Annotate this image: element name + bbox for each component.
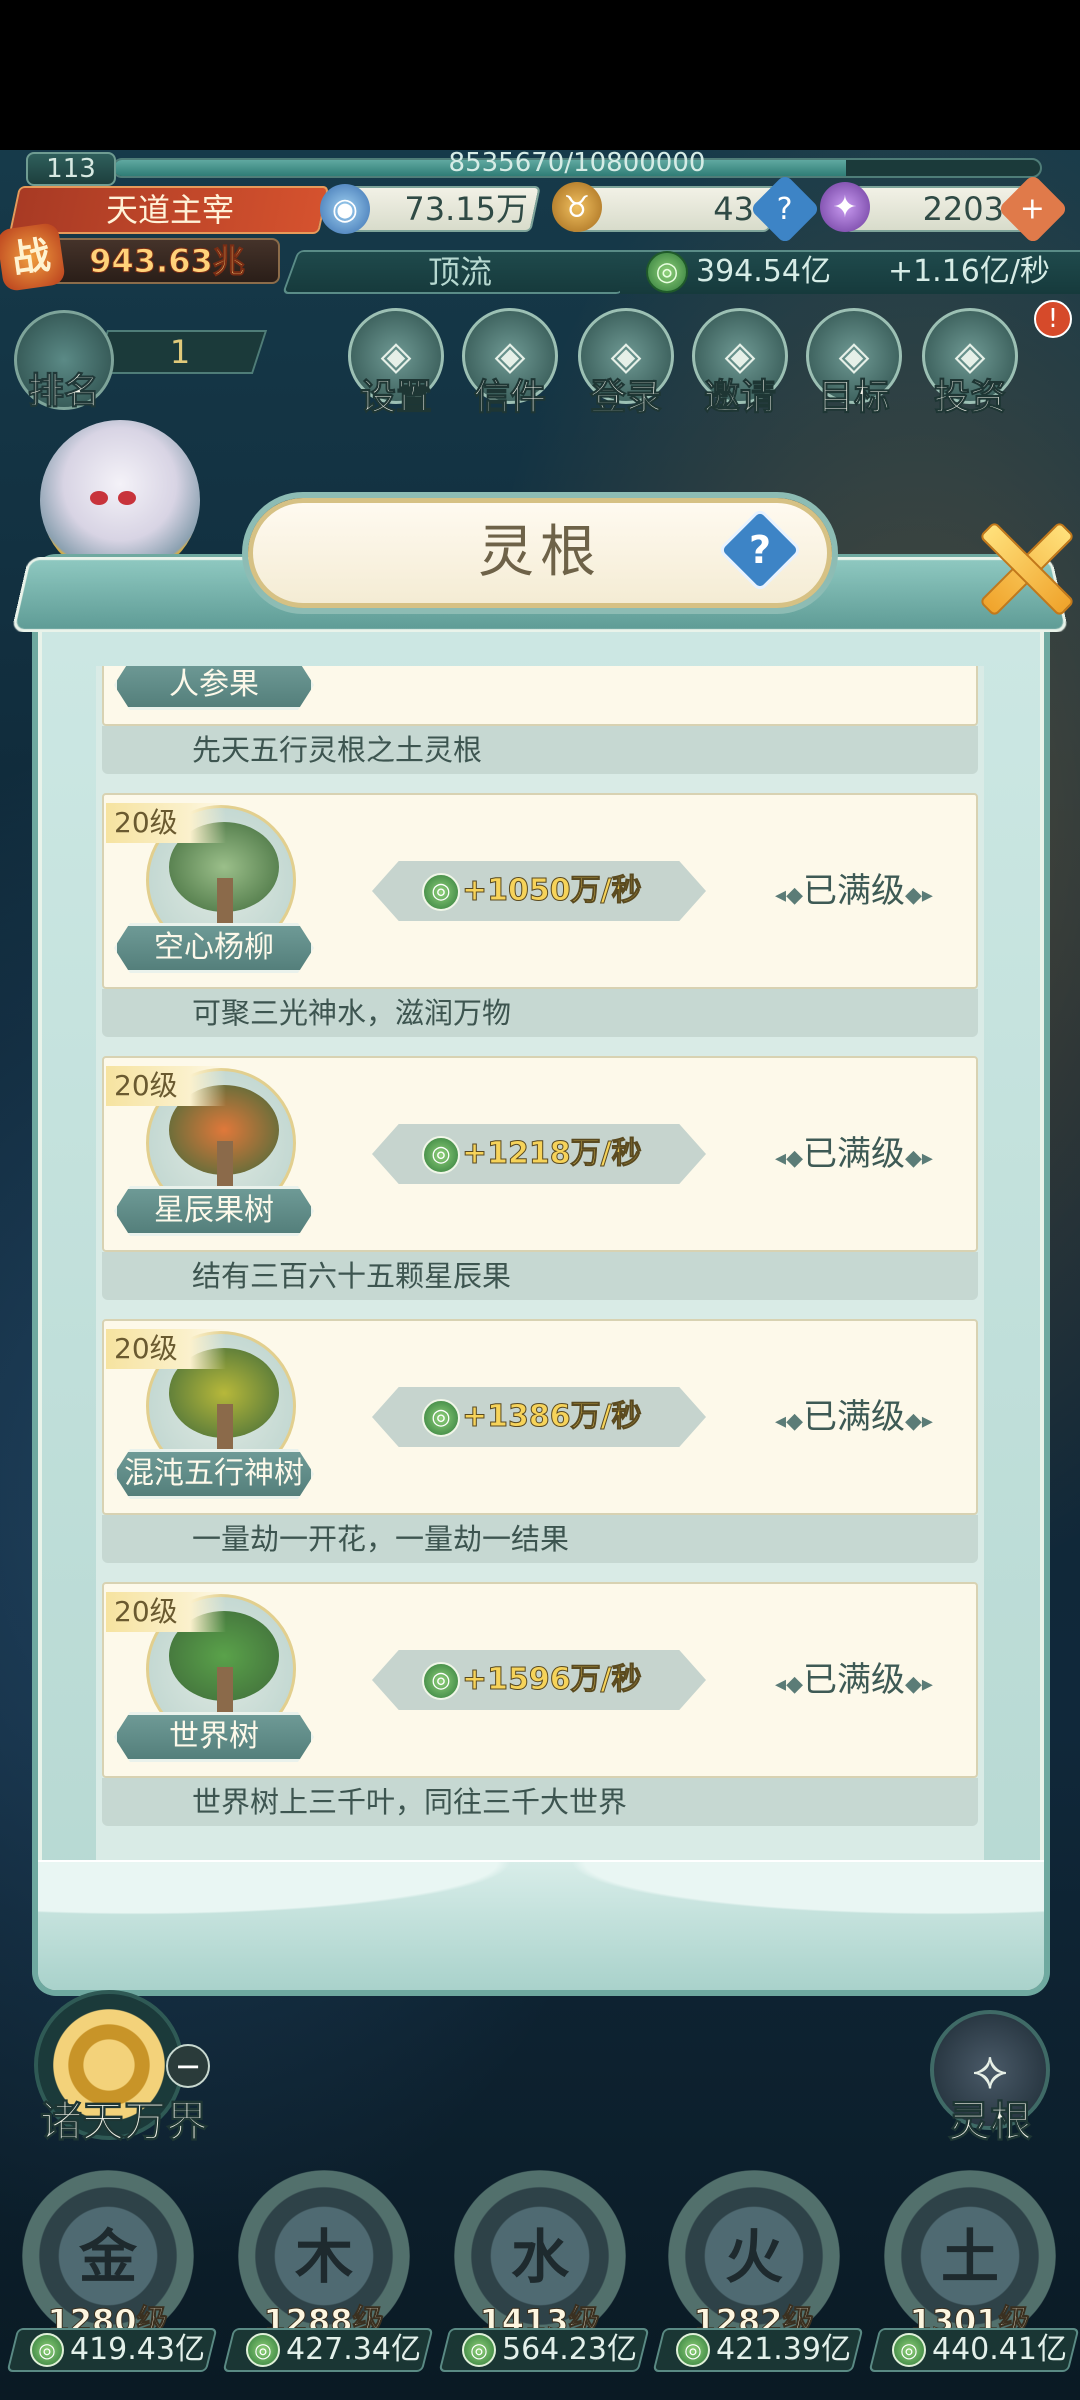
spirit-coin-icon: ◎ (422, 873, 460, 911)
spirit-coin-icon: ◎ (646, 251, 688, 293)
spirit-coin-icon: ◎ (422, 1136, 460, 1174)
water-drop-icon: ◉ (320, 184, 370, 234)
nav-label: 邀请 (703, 377, 776, 419)
level-tag: 20级 (106, 1592, 226, 1632)
element-glyph-icon: 火 (724, 2223, 783, 2291)
currency-b-value: 43 (713, 190, 754, 228)
spirit-coin-icon: ◎ (676, 2333, 710, 2367)
description-text: 世界树上三千叶，同往三千大世界 (192, 1785, 628, 1819)
card-description: 世界树上三千叶，同往三千大世界 (102, 1778, 978, 1826)
realm-button-label: 诸天万界 (39, 2097, 208, 2147)
nav-label: 信件 (473, 377, 546, 419)
spirit-coin-icon: ◎ (462, 2333, 496, 2367)
element-glyph-icon: 土 (940, 2223, 999, 2291)
status-bar-area (0, 0, 1080, 150)
modal-wave-decoration (38, 1860, 1044, 1990)
description-text: 先天五行灵根之土灵根 (192, 733, 483, 767)
status-text: 已满级 (803, 1397, 905, 1437)
root-name: 混沌五行神树 (124, 1456, 304, 1491)
card-description: 结有三百六十五颗星辰果 (102, 1252, 978, 1300)
power-value: 943.63兆 (89, 242, 246, 281)
max-level-status: ◂◆已满级◆▸ (744, 861, 964, 921)
root-name: 空心杨柳 (154, 930, 274, 965)
status-text: 已满级 (803, 1660, 905, 1700)
right-arrow-icon: ◆▸ (905, 1409, 933, 1434)
left-arrow-icon: ◂◆ (775, 883, 803, 908)
root-card[interactable]: 20级星辰果树 ◎ +1218万/秒 ◂◆已满级◆▸ 结有三百六十五颗星辰果 (96, 1056, 984, 1300)
spirit-coin-icon: ◎ (30, 2333, 64, 2367)
root-name: 人参果 (169, 667, 259, 702)
player-level: 113 (26, 152, 116, 186)
level-tag: 20级 (106, 1329, 226, 1369)
modal-help-glyph[interactable]: ? (730, 520, 790, 580)
currency-a-value: 73.15万 (404, 190, 528, 228)
root-name: 星辰果树 (154, 1193, 274, 1228)
right-arrow-icon: ◆▸ (905, 883, 933, 908)
root-rate: +1050万/秒 (462, 873, 643, 909)
spirit-coin-icon: ◎ (892, 2333, 926, 2367)
notification-badge: ! (1034, 300, 1072, 338)
spirit-coin-icon: ◎ (246, 2333, 280, 2367)
rank-tier-label: 顶流 (427, 253, 492, 291)
card-description: 一量劫一开花，一量劫一结果 (102, 1515, 978, 1563)
purple-flame-icon: ✦ (820, 182, 870, 232)
element-value: 564.23亿 (502, 2332, 637, 2367)
root-rate: +1596万/秒 (462, 1662, 643, 1698)
rank-button-label: 排名 (27, 371, 100, 413)
root-list[interactable]: 人参果◎+980万/秒◂◆已满级◆▸先天五行灵根之土灵根20级空心杨柳◎+105… (96, 666, 984, 1862)
spirit-root-button-label: 灵根 (947, 2097, 1032, 2147)
close-icon[interactable] (968, 512, 1078, 622)
root-rate: +1386万/秒 (462, 1399, 643, 1435)
root-card[interactable]: 20级混沌五行神树 ◎ +1386万/秒 ◂◆已满级◆▸ 一量劫一开花，一量劫一结果 (96, 1319, 984, 1563)
card-description: 可聚三光神水，滋润万物 (102, 989, 978, 1037)
status-text: 已满级 (803, 871, 905, 911)
player-title: 天道主宰 (105, 191, 234, 229)
avatar-eyes (90, 490, 150, 505)
rank-number: 1 (169, 333, 191, 371)
card-description: 先天五行灵根之土灵根 (102, 726, 978, 774)
income-rate: +1.16亿/秒 (887, 254, 1050, 289)
beast-head-icon: ♉ (552, 182, 602, 232)
element-value: 427.34亿 (286, 2332, 421, 2367)
description-text: 结有三百六十五颗星辰果 (192, 1259, 512, 1293)
element-glyph-icon: 木 (294, 2223, 353, 2291)
nav-label: 目标 (817, 377, 890, 419)
root-card[interactable]: 20级世界树 ◎ +1596万/秒 ◂◆已满级◆▸ 世界树上三千叶，同往三千大世界 (96, 1582, 984, 1826)
exp-text: 8535670/10800000 (448, 148, 706, 178)
max-level-status: ◂◆已满级◆▸ (744, 1650, 964, 1710)
right-arrow-icon: ◆▸ (905, 1146, 933, 1171)
max-level-status: ◂◆已满级◆▸ (744, 1387, 964, 1447)
currency-c-value: 2203 (922, 190, 1004, 228)
root-card[interactable]: 人参果◎+980万/秒◂◆已满级◆▸先天五行灵根之土灵根 (96, 666, 984, 774)
minus-badge[interactable]: − (166, 2044, 210, 2088)
left-arrow-icon: ◂◆ (775, 1672, 803, 1697)
right-arrow-icon: ◆▸ (905, 1672, 933, 1697)
root-list-inner: 人参果◎+980万/秒◂◆已满级◆▸先天五行灵根之土灵根20级空心杨柳◎+105… (96, 666, 984, 1845)
element-glyph-icon: 金 (78, 2223, 137, 2291)
spirit-coin-icon: ◎ (422, 1662, 460, 1700)
status-text: 已满级 (803, 1134, 905, 1174)
left-arrow-icon: ◂◆ (775, 1146, 803, 1171)
root-name: 世界树 (169, 1719, 259, 1754)
element-value: 419.43亿 (70, 2332, 205, 2367)
nav-label: 投资 (933, 377, 1006, 419)
max-level-status: ◂◆已满级◆▸ (744, 1124, 964, 1184)
level-tag: 20级 (106, 803, 226, 843)
spirit-coin-icon: ◎ (422, 1399, 460, 1437)
nav-label: 设置 (359, 377, 432, 419)
description-text: 可聚三光神水，滋润万物 (192, 996, 512, 1030)
root-card[interactable]: 20级空心杨柳 ◎ +1050万/秒 ◂◆已满级◆▸ 可聚三光神水，滋润万物 (96, 793, 984, 1037)
description-text: 一量劫一开花，一量劫一结果 (192, 1522, 570, 1556)
level-tag: 20级 (106, 1066, 226, 1106)
nav-label: 登录 (589, 377, 662, 419)
income-total: 394.54亿 (696, 254, 831, 289)
root-rate: +1218万/秒 (462, 1136, 643, 1172)
element-value: 440.41亿 (932, 2332, 1067, 2367)
element-glyph-icon: 水 (510, 2223, 569, 2291)
left-arrow-icon: ◂◆ (775, 1409, 803, 1434)
battle-icon: 战 (0, 221, 67, 293)
element-value: 421.39亿 (716, 2332, 851, 2367)
